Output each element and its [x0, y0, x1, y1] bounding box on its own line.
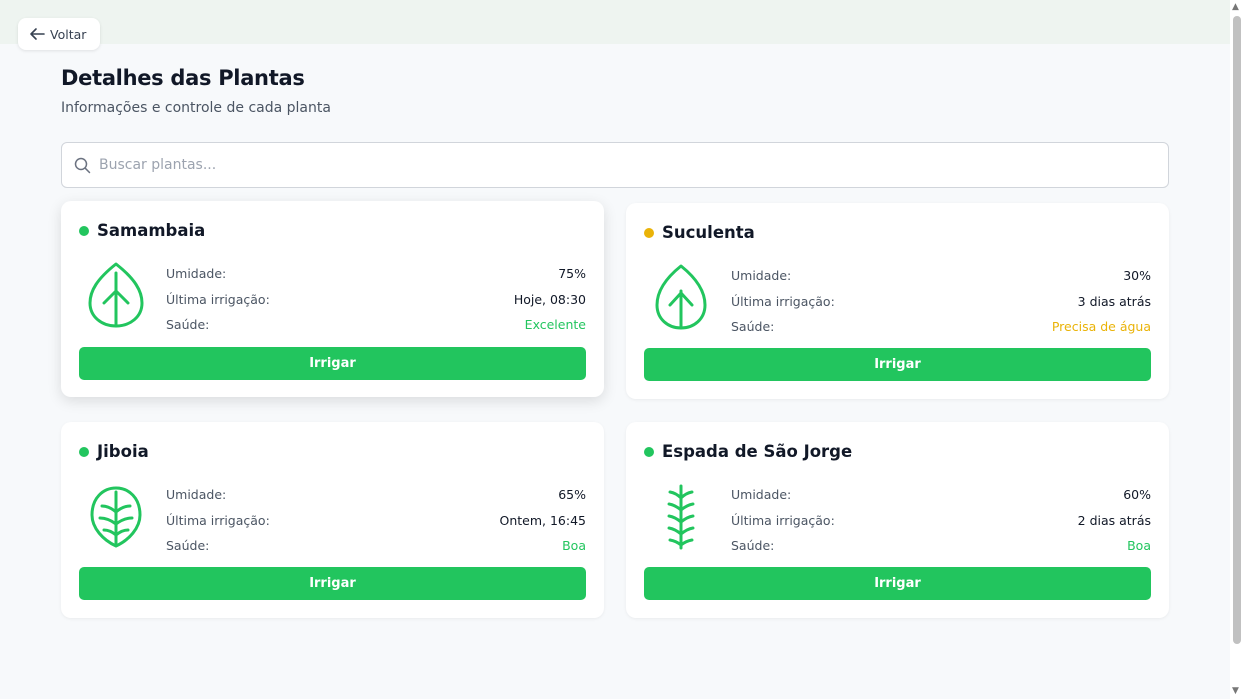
page-subtitle: Informações e controle de cada planta	[61, 100, 331, 116]
status-dot	[644, 446, 654, 457]
leaf-icon	[655, 264, 707, 330]
health-value: Precisa de água	[1051, 319, 1151, 335]
irrigate-button[interactable]: Irrigar	[79, 347, 586, 380]
health-label: Saúde:	[731, 319, 775, 335]
page-title: Detalhes das Plantas	[61, 66, 305, 90]
leaf-icon	[88, 262, 144, 328]
arrow-left-icon	[30, 28, 45, 40]
status-dot	[79, 446, 89, 457]
search-icon	[74, 157, 91, 173]
irrigate-button[interactable]: Irrigar	[79, 567, 586, 600]
last-irrigation-label: Última irrigação:	[731, 293, 835, 309]
plant-name: Jiboia	[97, 442, 149, 461]
irrigate-button[interactable]: Irrigar	[644, 348, 1151, 381]
scroll-thumb[interactable]	[1233, 16, 1241, 644]
scrollbar[interactable]: ▲ ▼	[1230, 0, 1244, 699]
last-irrigation-value: 2 dias atrás	[1077, 512, 1151, 528]
last-irrigation-value: Ontem, 16:45	[499, 512, 587, 528]
humidity-value: 30%	[1123, 268, 1151, 284]
top-band	[0, 0, 1230, 44]
health-value: Boa	[562, 538, 586, 554]
scroll-up-icon[interactable]: ▲	[1232, 3, 1239, 12]
health-label: Saúde:	[166, 317, 210, 333]
plant-name: Espada de São Jorge	[662, 442, 853, 461]
last-irrigation-value: 3 dias atrás	[1077, 293, 1151, 309]
plant-name: Suculenta	[662, 223, 755, 242]
humidity-value: 60%	[1123, 487, 1151, 503]
humidity-label: Umidade:	[731, 487, 792, 503]
back-label: Voltar	[50, 26, 87, 42]
fern-stem-icon	[667, 484, 695, 550]
health-label: Saúde:	[731, 538, 775, 554]
round-leaf-icon	[90, 486, 142, 548]
humidity-label: Umidade:	[166, 487, 227, 503]
back-button[interactable]: Voltar	[18, 18, 100, 50]
irrigate-button[interactable]: Irrigar	[644, 567, 1151, 600]
humidity-label: Umidade:	[166, 266, 227, 282]
plant-card-espada-de-sao-jorge: Espada de São Jorge Umidade: 60% Última i…	[626, 422, 1169, 618]
status-dot	[644, 227, 654, 238]
health-value: Boa	[1127, 538, 1151, 554]
last-irrigation-label: Última irrigação:	[166, 291, 270, 307]
last-irrigation-label: Última irrigação:	[731, 512, 835, 528]
humidity-value: 75%	[558, 266, 586, 282]
health-value: Excelente	[524, 317, 586, 333]
plant-card-samambaia: Samambaia Umidade: 75% Última irrigação: H…	[61, 201, 604, 397]
plant-card-jiboia: Jiboia Umidade: 65% Última irrigação: Onte…	[61, 422, 604, 618]
plant-name: Samambaia	[97, 221, 206, 240]
search-input[interactable]	[99, 157, 1168, 173]
humidity-value: 65%	[558, 487, 586, 503]
search-box[interactable]	[61, 142, 1169, 188]
status-dot	[79, 225, 89, 236]
last-irrigation-label: Última irrigação:	[166, 512, 270, 528]
plant-card-suculenta: Suculenta Umidade: 30% Última irrigação: 3…	[626, 203, 1169, 399]
scroll-down-icon[interactable]: ▼	[1232, 687, 1239, 696]
humidity-label: Umidade:	[731, 268, 792, 284]
last-irrigation-value: Hoje, 08:30	[513, 291, 586, 307]
health-label: Saúde:	[166, 538, 210, 554]
